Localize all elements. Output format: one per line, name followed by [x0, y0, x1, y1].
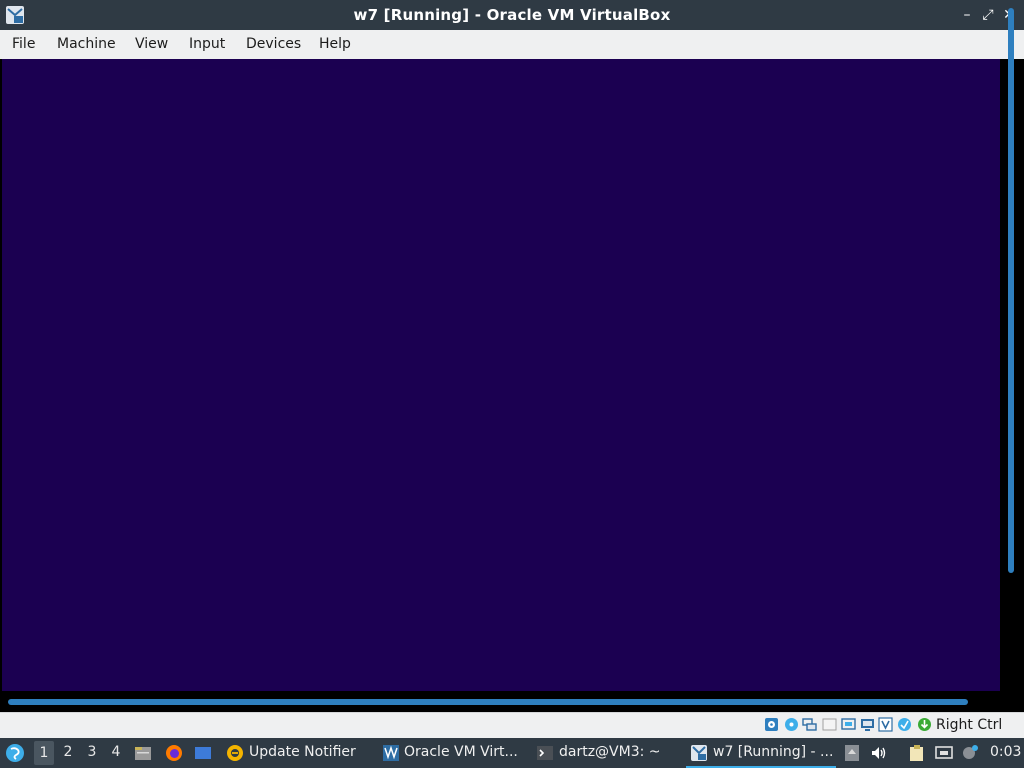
show-desktop-icon[interactable] [194, 744, 212, 762]
task-virtualbox-manager[interactable]: Oracle VM Virt... [378, 738, 528, 768]
task-label: Update Notifier [249, 744, 356, 760]
menu-input[interactable]: Input [189, 36, 225, 52]
menu-help[interactable]: Help [319, 36, 351, 52]
workspace-3[interactable]: 3 [82, 744, 102, 760]
file-manager-icon[interactable] [134, 744, 152, 762]
notification-icon[interactable] [961, 744, 979, 762]
app-menu-icon[interactable] [5, 743, 25, 763]
task-update-notifier[interactable]: Update Notifier [222, 738, 372, 768]
workspace-2[interactable]: 2 [58, 744, 78, 760]
menu-view[interactable]: View [135, 36, 168, 52]
workspace-4[interactable]: 4 [106, 744, 126, 760]
task-label: Oracle VM Virt... [404, 744, 518, 760]
network-tray-icon[interactable] [935, 744, 953, 762]
clock[interactable]: 0:03 [990, 744, 1021, 760]
restore-button[interactable]: ⤢ [979, 6, 997, 24]
status-bar: Right Ctrl [0, 712, 1024, 738]
virtualbox-icon [383, 745, 399, 761]
horizontal-scrollbar-handle[interactable] [8, 699, 968, 705]
usb-icon[interactable] [822, 717, 837, 732]
virtualization-engine-icon[interactable] [897, 717, 912, 732]
virtualbox-vm-icon [691, 745, 707, 761]
terminal-icon [537, 746, 553, 760]
task-label: w7 [Running] - ... [713, 744, 834, 760]
task-label: dartz@VM3: ~ [559, 744, 661, 760]
minimize-button[interactable]: – [958, 6, 976, 24]
workspace-1[interactable]: 1 [34, 741, 54, 765]
vm-screen[interactable] [2, 59, 1000, 691]
menu-file[interactable]: File [12, 36, 35, 52]
keyboard-capture-icon[interactable] [917, 717, 932, 732]
video-capture-icon[interactable] [878, 717, 893, 732]
title-bar[interactable]: w7 [Running] - Oracle VM VirtualBox – ⤢ … [0, 0, 1024, 30]
volume-icon[interactable] [870, 744, 888, 762]
window-title: w7 [Running] - Oracle VM VirtualBox [353, 6, 671, 24]
taskbar: 1 2 3 4 Update Notifier Oracle VM Virt..… [0, 738, 1024, 768]
menu-machine[interactable]: Machine [57, 36, 116, 52]
task-vm-window[interactable]: w7 [Running] - ... [686, 738, 836, 768]
menu-bar: File Machine View Input Devices Help [0, 30, 1024, 59]
virtualbox-window: w7 [Running] - Oracle VM VirtualBox – ⤢ … [0, 0, 1024, 738]
shared-folders-icon[interactable] [841, 717, 856, 732]
display-icon[interactable] [860, 717, 875, 732]
update-notifier-icon [227, 745, 243, 761]
network-icon[interactable] [802, 717, 817, 732]
host-key-label[interactable]: Right Ctrl [936, 717, 1002, 733]
task-terminal[interactable]: dartz@VM3: ~ [533, 738, 683, 768]
hard-disk-icon[interactable] [764, 717, 779, 732]
firefox-icon[interactable] [165, 744, 183, 762]
vertical-scrollbar-handle[interactable] [1008, 8, 1014, 573]
optical-drive-icon[interactable] [784, 717, 799, 732]
clipboard-icon[interactable] [908, 744, 926, 762]
menu-devices[interactable]: Devices [246, 36, 301, 52]
tray-arrow-icon[interactable] [843, 744, 861, 762]
vm-display-area [0, 59, 1024, 712]
